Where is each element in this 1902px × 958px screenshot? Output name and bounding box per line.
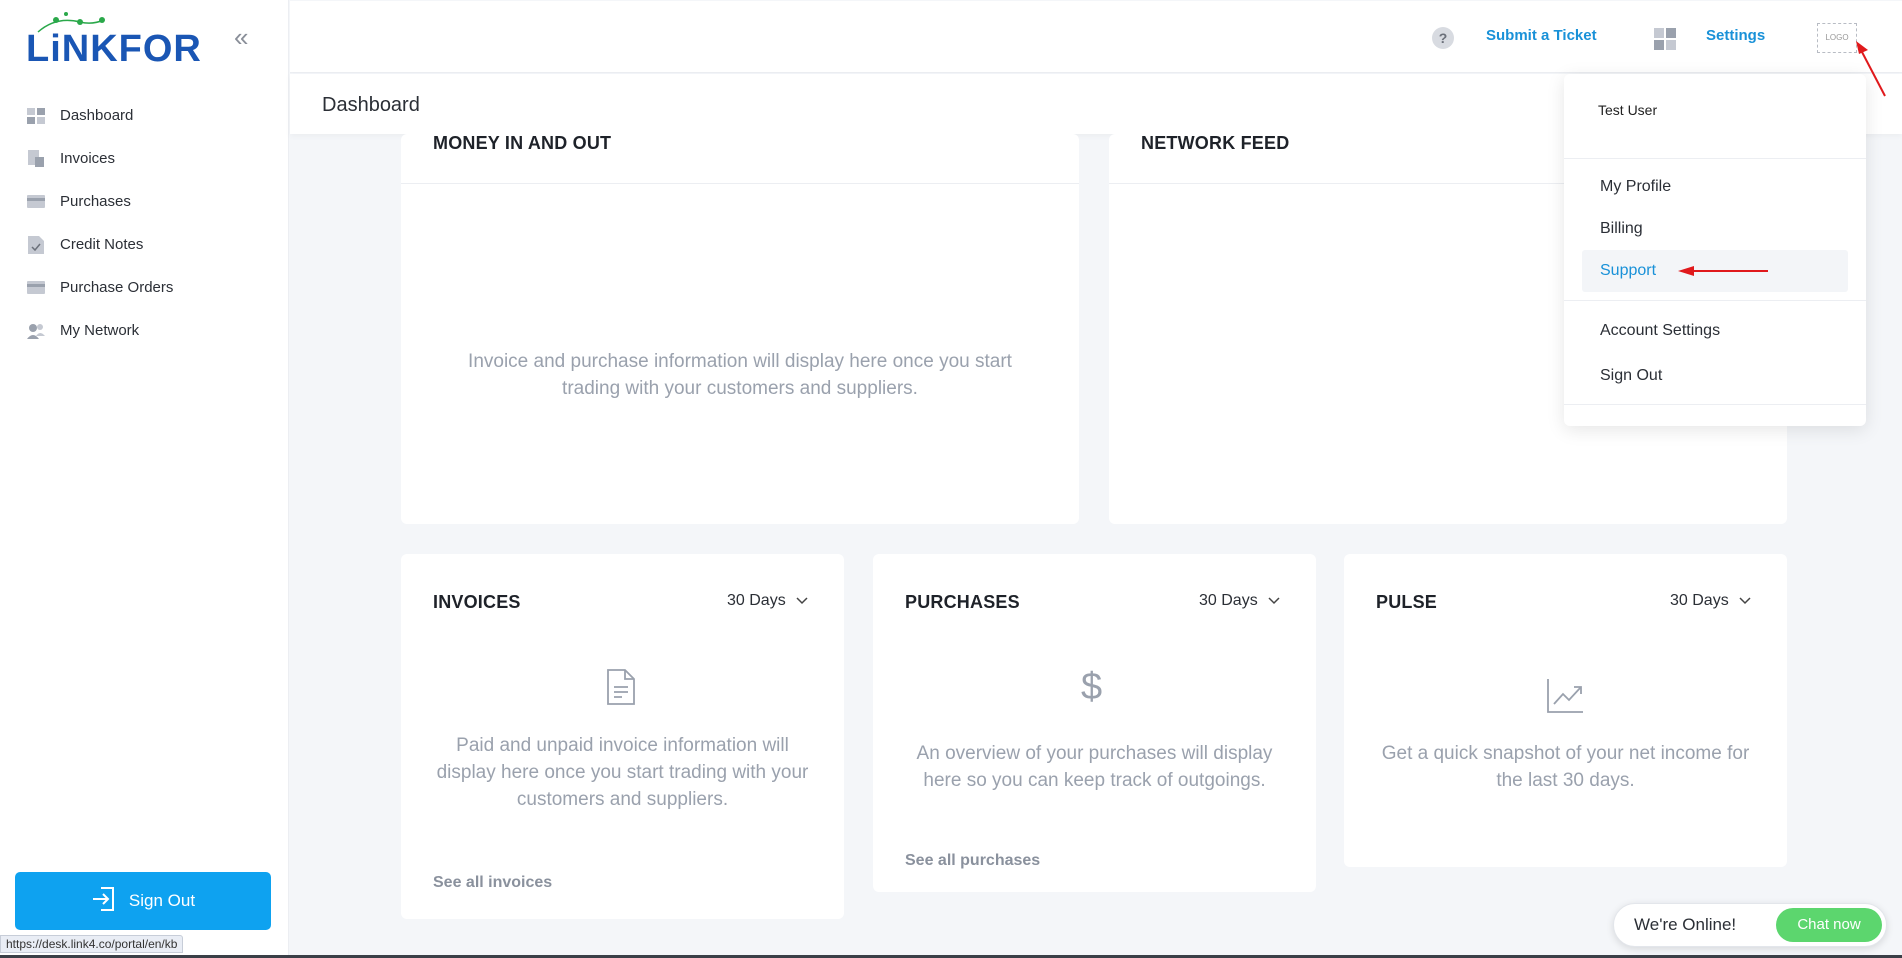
logo-text: LiNKFOR [26, 28, 202, 70]
card-icon [26, 279, 46, 297]
menu-item-sign-out[interactable]: Sign Out [1600, 367, 1662, 385]
purchases-period-dropdown[interactable]: 30 Days [1199, 592, 1280, 610]
period-label: 30 Days [1199, 592, 1258, 609]
card-icon [26, 193, 46, 211]
submit-ticket-link[interactable]: Submit a Ticket [1486, 27, 1597, 44]
dropdown-user-name: Test User [1598, 102, 1658, 118]
dropdown-divider [1564, 158, 1866, 159]
sign-out-button[interactable]: Sign Out [15, 872, 271, 930]
settings-link[interactable]: Settings [1706, 27, 1765, 44]
sidebar-item-credit-notes[interactable]: Credit Notes [0, 223, 289, 266]
sidebar-item-label: My Network [60, 322, 140, 339]
card-title: NETWORK FEED [1141, 133, 1290, 153]
document-icon [606, 669, 636, 710]
see-all-invoices-link[interactable]: See all invoices [433, 874, 552, 892]
sign-out-icon [91, 886, 117, 917]
user-logo-avatar[interactable]: LOGO [1817, 23, 1857, 53]
dropdown-divider [1564, 404, 1866, 405]
sidebar-item-invoices[interactable]: Invoices [0, 137, 289, 180]
see-all-purchases-link[interactable]: See all purchases [905, 852, 1040, 870]
invoices-card: INVOICES 30 Days Paid and unpaid invoice… [401, 554, 844, 919]
invoices-period-dropdown[interactable]: 30 Days [727, 592, 808, 610]
card-divider [401, 183, 1079, 184]
credit-note-icon [26, 235, 46, 254]
sidebar-item-label: Dashboard [60, 107, 134, 124]
apps-grid-icon[interactable] [1654, 28, 1676, 50]
chat-widget: We're Online! Chat now [1613, 903, 1887, 947]
purchases-card: PURCHASES 30 Days $ An overview of your … [873, 554, 1316, 892]
sidebar-item-label: Invoices [60, 150, 116, 167]
chat-status: We're Online! [1634, 915, 1737, 934]
top-header: ? Submit a Ticket Settings LOGO [290, 1, 1902, 73]
card-title: INVOICES [433, 592, 521, 612]
dollar-icon: $ [1081, 666, 1103, 708]
card-title: PURCHASES [905, 592, 1020, 612]
pulse-card: PULSE 30 Days Get a quick snapshot of yo… [1344, 554, 1787, 867]
chevron-down-icon [1268, 592, 1280, 610]
collapse-sidebar-icon[interactable]: « [234, 24, 248, 50]
invoices-empty-text: Paid and unpaid invoice information will… [436, 735, 809, 810]
menu-item-billing[interactable]: Billing [1600, 220, 1643, 238]
dashboard-icon [26, 107, 46, 125]
chat-now-button[interactable]: Chat now [1776, 908, 1882, 942]
user-dropdown-menu: Test User My Profile Billing Support Acc… [1564, 74, 1866, 426]
sidebar: LiNKFOR « Dashboard Invoices Purchases C [0, 0, 289, 958]
pulse-empty-text: Get a quick snapshot of your net income … [1381, 743, 1750, 791]
sidebar-item-label: Purchase Orders [60, 279, 174, 296]
period-label: 30 Days [1670, 592, 1729, 609]
sign-out-label: Sign Out [128, 891, 196, 910]
sidebar-item-label: Credit Notes [60, 236, 144, 253]
linkfor-logo[interactable]: LiNKFOR [26, 12, 201, 70]
sidebar-item-purchase-orders[interactable]: Purchase Orders [0, 266, 289, 309]
sidebar-item-purchases[interactable]: Purchases [0, 180, 289, 223]
help-icon[interactable]: ? [1432, 27, 1454, 49]
menu-item-my-profile[interactable]: My Profile [1600, 178, 1671, 196]
page-title: Dashboard [322, 94, 420, 116]
sidebar-item-label: Purchases [60, 193, 131, 210]
money-in-out-card: MONEY IN AND OUT Invoice and purchase in… [401, 133, 1079, 524]
purchases-empty-text: An overview of your purchases will displ… [916, 743, 1273, 791]
people-icon [26, 322, 46, 340]
card-title: MONEY IN AND OUT [433, 133, 612, 153]
sidebar-item-dashboard[interactable]: Dashboard [0, 94, 289, 137]
card-title: PULSE [1376, 592, 1438, 612]
period-label: 30 Days [727, 592, 786, 609]
trend-chart-icon [1546, 678, 1584, 719]
menu-item-support[interactable]: Support [1600, 262, 1656, 280]
sidebar-nav: Dashboard Invoices Purchases Credit Note… [0, 94, 289, 352]
status-url: https://desk.link4.co/portal/en/kb [0, 935, 184, 953]
chevron-down-icon [1739, 592, 1751, 610]
pulse-period-dropdown[interactable]: 30 Days [1670, 592, 1751, 610]
chevron-down-icon [796, 592, 808, 610]
sidebar-item-my-network[interactable]: My Network [0, 309, 289, 352]
dropdown-divider [1564, 300, 1866, 301]
menu-item-account-settings[interactable]: Account Settings [1600, 322, 1720, 340]
money-empty-text: Invoice and purchase information will di… [468, 351, 1012, 399]
invoice-icon [26, 149, 46, 168]
